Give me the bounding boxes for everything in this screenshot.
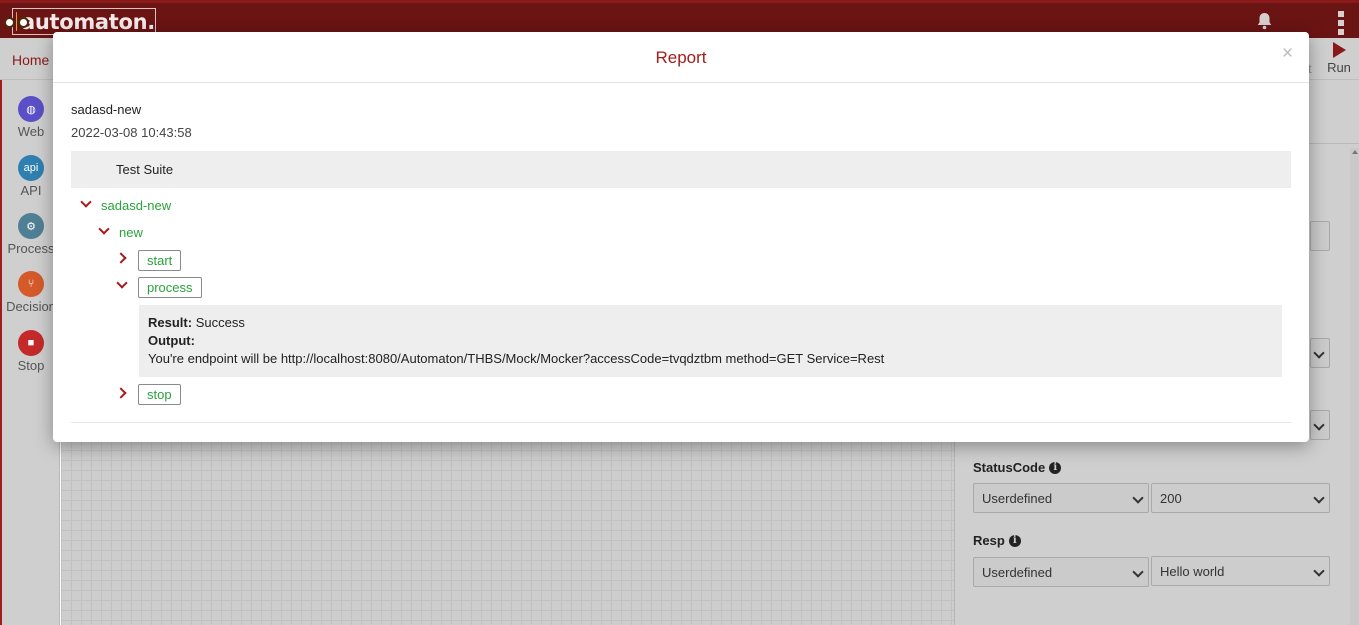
globe-icon: ◍ (18, 96, 44, 122)
scroll-up-icon[interactable] (1352, 150, 1358, 154)
chevron-down-icon (1313, 565, 1325, 577)
chevron-right-icon[interactable] (115, 387, 127, 399)
tree-node-case[interactable]: new (119, 225, 143, 240)
chevron-down-icon[interactable] (98, 223, 110, 235)
step-stop[interactable]: stop (138, 384, 181, 405)
bell-icon[interactable] (1256, 12, 1273, 30)
step-process[interactable]: process (138, 277, 202, 298)
result-line: Result: Success (148, 314, 1273, 332)
tree-node-suite[interactable]: sadasd-new (101, 198, 171, 213)
result-label: Result: (148, 315, 193, 330)
tool-label: Decision (6, 299, 56, 314)
modal-title: Report (655, 48, 707, 67)
field-label: StatusCode i (973, 460, 1062, 475)
suite-header-row: Test Suite (71, 151, 1291, 188)
result-value: Success (195, 315, 245, 330)
statuscode-label: StatusCode (973, 460, 1046, 475)
tool-label: Web (17, 124, 45, 139)
statuscode-field: StatusCode i (973, 460, 1062, 475)
tool-web[interactable]: ◍ Web (2, 96, 60, 139)
chevron-down-icon (1313, 492, 1325, 504)
logo-text: automaton. (20, 9, 155, 34)
chevron-down-icon (1132, 566, 1144, 578)
output-value: You're endpoint will be http://localhost… (148, 351, 885, 366)
select-value: Hello world (1160, 564, 1225, 579)
tool-stop[interactable]: ■ Stop (2, 330, 60, 373)
output-line: Output: (148, 332, 1273, 350)
tool-palette: ◍ Web api API ⚙ Process ⑂ Decision ■ Sto… (0, 80, 60, 625)
run-label: Run (1327, 60, 1351, 75)
partial-select[interactable] (1310, 338, 1330, 368)
chevron-right-icon[interactable] (115, 252, 127, 264)
app-logo[interactable]: automaton. (4, 8, 156, 35)
statuscode-type-select[interactable]: Userdefined (973, 483, 1149, 513)
output-label: Output: (148, 333, 195, 348)
partial-select[interactable] (1310, 410, 1330, 440)
chevron-down-icon (1132, 492, 1144, 504)
chevron-down-icon[interactable] (80, 196, 92, 208)
gear-icon: ⚙ (18, 213, 44, 239)
modal-divider (71, 422, 1291, 423)
resp-type-select[interactable]: Userdefined (973, 557, 1149, 587)
api-icon: api (18, 155, 44, 181)
resp-field: Resp i (973, 533, 1021, 548)
robot-logo-icon (4, 12, 29, 31)
suite-header-label: Test Suite (116, 162, 174, 177)
suite-name: sadasd-new (71, 102, 142, 117)
stop-icon: ■ (18, 330, 44, 356)
more-menu-icon[interactable] (1338, 11, 1344, 35)
tool-process[interactable]: ⚙ Process (2, 213, 60, 256)
resp-value-select[interactable]: Hello world (1151, 556, 1330, 586)
tool-label: API (20, 183, 42, 198)
play-icon (1333, 42, 1346, 58)
info-icon[interactable]: i (1008, 534, 1021, 547)
run-button[interactable]: Run (1322, 42, 1356, 75)
home-link[interactable]: Home (12, 52, 49, 68)
select-value: Userdefined (982, 565, 1053, 580)
field-label: Resp i (973, 533, 1021, 548)
chevron-down-icon[interactable] (116, 277, 128, 289)
resp-label: Resp (973, 533, 1005, 548)
step-start[interactable]: start (138, 250, 182, 271)
info-icon[interactable]: i (1049, 461, 1062, 474)
statuscode-value-select[interactable]: 200 (1151, 483, 1330, 513)
step-result-panel: Result: Success Output: You're endpoint … (139, 305, 1282, 377)
scrollbar[interactable] (1350, 148, 1359, 625)
tool-label: Stop (17, 358, 45, 373)
report-modal: Report × sadasd-new 2022-03-08 10:43:58 … (53, 32, 1309, 442)
select-value: Userdefined (982, 491, 1053, 506)
partial-input[interactable] (1310, 221, 1330, 251)
close-icon[interactable]: × (1282, 43, 1293, 65)
modal-header: Report × (53, 32, 1309, 83)
tool-api[interactable]: api API (2, 155, 60, 198)
tool-label: Process (7, 241, 55, 256)
suite-timestamp: 2022-03-08 10:43:58 (71, 125, 192, 140)
tool-decision[interactable]: ⑂ Decision (2, 271, 60, 314)
decision-icon: ⑂ (18, 271, 44, 297)
select-value: 200 (1160, 491, 1182, 506)
